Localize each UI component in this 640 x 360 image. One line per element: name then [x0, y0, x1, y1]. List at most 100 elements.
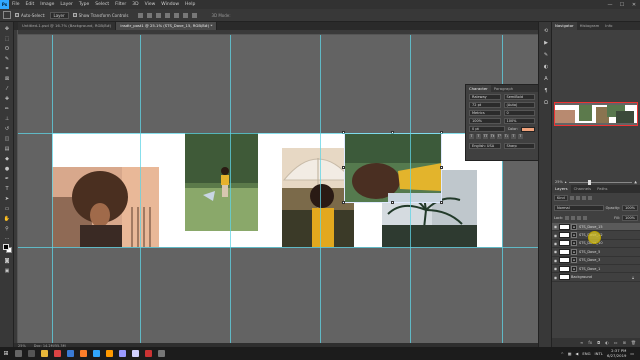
app-icon[interactable]	[132, 350, 139, 357]
history-brush-tool-icon[interactable]: ↺	[3, 126, 11, 132]
show-transform-checkbox[interactable]	[72, 13, 77, 17]
illustrator-taskbar-icon[interactable]	[106, 350, 113, 357]
navigator-view-box[interactable]	[554, 102, 638, 126]
adjustments-panel-icon[interactable]: ◐	[542, 64, 550, 70]
close-button[interactable]: ✕	[628, 2, 640, 8]
layer-row[interactable]: ◉ ⊡ STS_Dove_1	[552, 265, 640, 274]
layer-row[interactable]: ◉ ⊡ STS_Dove_3	[552, 257, 640, 265]
align-bottom-icon[interactable]	[156, 12, 162, 18]
photo-layer-1[interactable]	[52, 167, 159, 247]
baseline-shift-field[interactable]: 0 pt	[469, 126, 505, 132]
file-explorer-icon[interactable]	[41, 350, 48, 357]
lock-icon[interactable]: 🔒︎	[632, 275, 640, 280]
eye-icon[interactable]: ◉	[552, 233, 559, 238]
menu-file[interactable]: File	[9, 2, 23, 7]
type-tool-icon[interactable]: T	[3, 186, 11, 192]
gradient-tool-icon[interactable]: ▤	[3, 146, 11, 152]
app-icon[interactable]	[67, 350, 74, 357]
quick-mask-icon[interactable]: ◙	[3, 258, 11, 264]
guide-vertical[interactable]	[502, 35, 503, 343]
language-select[interactable]: English: USA	[469, 143, 501, 149]
horizontal-scale-field[interactable]: 100%	[503, 118, 535, 124]
guide-horizontal[interactable]	[18, 247, 538, 248]
link-layers-icon[interactable]: ∞	[580, 340, 583, 345]
layer-name[interactable]: Background	[571, 275, 632, 279]
crop-tool-icon[interactable]: ⌗	[3, 66, 11, 72]
add-mask-icon[interactable]: ◘	[597, 340, 600, 345]
layer-name[interactable]: STS_Dove_5	[579, 250, 640, 254]
input-region[interactable]: INTL	[595, 351, 603, 356]
font-style-select[interactable]: SemiBold	[503, 94, 535, 100]
strikethrough-button[interactable]: T	[518, 134, 523, 139]
layer-name[interactable]: STS_Dove_1	[579, 267, 640, 271]
leading-field[interactable]: (Auto)	[503, 102, 535, 108]
filter-shape-icon[interactable]	[587, 196, 592, 200]
trash-icon[interactable]: 🗑︎	[631, 340, 636, 345]
transform-handle-l[interactable]	[342, 166, 345, 169]
healing-brush-tool-icon[interactable]: ✚	[3, 96, 11, 102]
menu-layer[interactable]: Layer	[57, 2, 76, 7]
transform-bounding-box[interactable]	[344, 133, 442, 203]
guide-horizontal[interactable]	[18, 133, 538, 134]
hand-tool-icon[interactable]: ✋	[3, 216, 11, 222]
lock-position-icon[interactable]	[577, 216, 582, 220]
app-icon[interactable]	[158, 350, 165, 357]
guide-vertical[interactable]	[52, 35, 53, 343]
document-tab-2[interactable]: insdtr_post1 @ 25.1% (STS_Dove_15, RGB/8…	[116, 22, 218, 30]
transform-handle-br[interactable]	[440, 201, 443, 204]
eye-icon[interactable]: ◉	[552, 266, 559, 271]
vertical-scale-field[interactable]: 100%	[469, 118, 501, 124]
lasso-tool-icon[interactable]: ʘ	[3, 46, 11, 52]
guide-vertical[interactable]	[140, 35, 141, 343]
task-view-icon[interactable]	[28, 350, 35, 357]
notifications-icon[interactable]: ▭	[630, 351, 634, 356]
app-icon[interactable]	[145, 350, 152, 357]
eye-icon[interactable]: ◉	[552, 249, 559, 254]
new-layer-icon[interactable]: ⊞	[623, 340, 626, 345]
guide-vertical[interactable]	[230, 35, 231, 343]
align-left-icon[interactable]	[165, 12, 171, 18]
volume-icon[interactable]: ◀	[575, 351, 578, 356]
distribute-icon[interactable]	[192, 12, 198, 18]
dodge-tool-icon[interactable]: ●	[3, 166, 11, 172]
auto-select-checkbox[interactable]	[15, 13, 19, 17]
auto-select-target-dropdown[interactable]: Layer	[49, 11, 69, 19]
photo-layer-2[interactable]	[185, 133, 258, 231]
layer-name[interactable]: STS_Dove_3	[579, 258, 640, 262]
zoom-out-icon[interactable]: ▴	[565, 180, 567, 184]
zoom-in-icon[interactable]: ▲	[634, 180, 637, 184]
menu-view[interactable]: View	[142, 2, 159, 7]
premiere-taskbar-icon[interactable]	[119, 350, 126, 357]
fill-field[interactable]: 100%	[621, 215, 638, 221]
antialias-select[interactable]: Sharp	[503, 143, 535, 149]
menu-window[interactable]: Window	[158, 2, 182, 7]
eyedropper-tool-icon[interactable]: ⁄	[3, 86, 11, 92]
canvas-area[interactable]	[18, 35, 538, 343]
align-top-icon[interactable]	[138, 12, 144, 18]
fx-icon[interactable]: fx	[588, 340, 592, 345]
paragraph-panel-icon[interactable]: ¶	[542, 88, 550, 94]
tab-channels[interactable]: Channels	[571, 185, 595, 193]
input-language[interactable]: ENG	[582, 351, 590, 356]
navigator-zoom-value[interactable]: 25%	[555, 180, 563, 184]
tab-character[interactable]: Character	[466, 85, 491, 92]
transform-handle-bl[interactable]	[342, 201, 345, 204]
frame-tool-icon[interactable]: ⊠	[3, 76, 11, 82]
tab-layers[interactable]: Layers	[552, 185, 571, 193]
adjustment-layer-icon[interactable]: ◐	[605, 340, 609, 345]
underline-button[interactable]: T	[511, 134, 516, 139]
filter-type-icon[interactable]	[581, 196, 586, 200]
font-family-select[interactable]: Raleway	[469, 94, 501, 100]
layer-name[interactable]: STS_Dove_15	[579, 225, 640, 229]
foreground-color-swatch[interactable]	[3, 244, 9, 250]
faux-bold-button[interactable]: T	[469, 134, 474, 139]
opacity-field[interactable]: 100%	[621, 205, 638, 211]
history-panel-icon[interactable]: ⟲	[542, 28, 550, 34]
glyphs-panel-icon[interactable]: Ω	[542, 100, 550, 106]
move-tool-preset-icon[interactable]	[3, 11, 11, 19]
marquee-tool-icon[interactable]: ⬚	[3, 36, 11, 42]
blur-tool-icon[interactable]: ◆	[3, 156, 11, 162]
navigator-zoom-slider[interactable]	[568, 179, 633, 185]
guide-vertical[interactable]	[320, 35, 321, 343]
eye-icon[interactable]: ◉	[552, 258, 559, 263]
